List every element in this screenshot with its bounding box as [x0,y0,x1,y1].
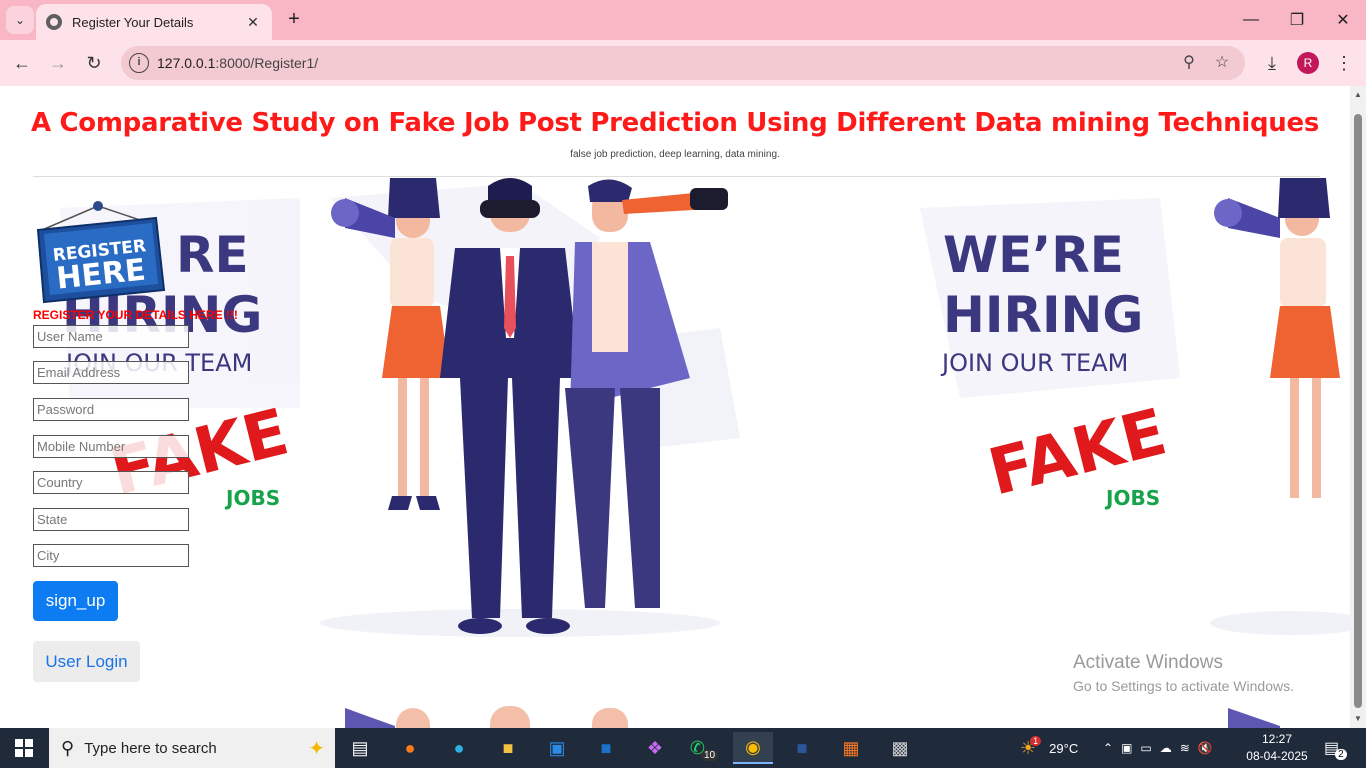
password-field[interactable] [33,398,189,421]
browser-tab-active[interactable]: Register Your Details ✕ [36,4,272,40]
user-login-button[interactable]: User Login [33,641,140,682]
username-field[interactable] [33,325,189,348]
hero-hiring: HIRING [943,286,1144,344]
jobs-text-left: JOBS [226,486,281,510]
whatsapp-icon[interactable]: ✆ 10 [684,732,724,764]
weather-temp: 29°C [1049,740,1079,756]
hero-join: JOIN OUR TEAM [942,349,1129,377]
tab-title: Register Your Details [72,14,194,30]
country-field[interactable] [33,471,189,494]
signup-button[interactable]: sign_up [33,581,118,621]
clock-time: 12:27 [1261,732,1293,746]
notification-center[interactable]: ▤ 2 [1324,728,1347,768]
zoom-icon[interactable]: ⚲ [1178,52,1200,74]
header-divider [33,176,1320,177]
meet-icon[interactable]: ▣ [1121,741,1132,755]
downloads-icon[interactable]: ⤓ [1257,48,1287,78]
start-button[interactable] [0,728,48,768]
activate-windows-title: Activate Windows [1073,652,1223,673]
close-window-button[interactable]: ✕ [1320,0,1366,40]
reload-button[interactable]: ↻ [79,48,109,78]
windows-logo-icon [15,739,33,757]
browser-tabbar: ⌄ Register Your Details ✕ + — ❐ ✕ [0,0,1366,40]
page-title: A Comparative Study on Fake Job Post Pre… [30,108,1320,138]
mobile-field[interactable] [33,435,189,458]
notification-count: 2 [1335,748,1347,760]
weather-badge: 1 [1030,736,1042,746]
taskbar-search-text: Type here to search [84,739,217,757]
clock-date: 08-04-2025 [1246,749,1308,763]
speaker-muted-icon[interactable]: 🔇 [1198,741,1213,755]
task-view-icon[interactable]: ▤ [340,732,380,764]
system-tray: ⌃ ▣ ▭ ☁ ≋ 🔇 [1103,728,1213,768]
weather-widget[interactable]: ☀ 1 29°C [1020,728,1078,768]
address-url[interactable]: 127.0.0.1:8000/Register1/ [157,55,318,71]
bookmark-star-icon[interactable]: ☆ [1211,52,1233,74]
taskbar-search-box[interactable]: ⚲ Type here to search ✦ [49,728,335,768]
scroll-down-icon[interactable]: ▼ [1353,714,1363,724]
back-button[interactable]: ← [7,48,37,78]
site-info-icon[interactable]: i [129,53,149,73]
whatsapp-badge: 10 [700,749,719,761]
restore-button[interactable]: ❐ [1274,0,1320,40]
chrome-icon[interactable]: ◉ [733,732,773,764]
terminal-icon[interactable]: ▩ [880,732,920,764]
forward-button[interactable]: → [43,48,73,78]
activate-windows-watermark: Activate Windows Go to Settings to activ… [1073,652,1294,694]
taskbar-clock[interactable]: 12:27 08-04-2025 [1242,731,1312,765]
page-scrollbar[interactable]: ▲ ▼ [1350,86,1366,728]
menu-kebab-icon[interactable]: ⋮ [1329,48,1359,78]
hero-were: WE’RE [943,226,1124,284]
file-explorer-icon[interactable]: ■ [488,732,528,764]
woman-figure-right [1214,178,1340,498]
profile-avatar[interactable]: R [1297,52,1319,74]
microsoft-store-icon[interactable]: ▣ [537,732,577,764]
wifi-icon[interactable]: ≋ [1180,741,1190,755]
page-viewport: RE HIRING JOIN OUR TEAM FAKE JOBS WE’RE … [0,86,1350,728]
register-here-badge: REGISTER HERE [36,201,166,304]
onedrive-cloud-icon[interactable]: ☁ [1160,741,1172,755]
activate-windows-subtitle: Go to Settings to activate Windows. [1073,678,1294,694]
city-field[interactable] [33,544,189,567]
email-field[interactable] [33,361,189,384]
copilot-app-icon[interactable]: ❖ [635,732,675,764]
new-tab-button[interactable]: + [282,8,306,32]
word-icon[interactable]: ■ [782,732,822,764]
page-subtitle: false job prediction, deep learning, dat… [570,149,780,160]
browser-toolbar: ← → ↻ i 127.0.0.1:8000/Register1/ ⚲ ☆ ⤓ … [0,40,1366,86]
chevron-up-icon[interactable]: ⌃ [1103,741,1113,755]
address-bar[interactable]: i 127.0.0.1:8000/Register1/ ⚲ ☆ [121,46,1245,80]
xampp-icon[interactable]: ▦ [831,732,871,764]
outlook-icon[interactable]: ■ [586,732,626,764]
minimize-button[interactable]: — [1228,0,1274,40]
search-icon: ⚲ [61,737,75,758]
copilot-sparkle-icon: ✦ [308,737,325,760]
battery-icon[interactable]: ▭ [1140,741,1151,755]
jobs-text-right: JOBS [1106,486,1161,510]
chevron-down-icon: ⌄ [14,13,26,27]
firefox-icon[interactable]: ● [390,732,430,764]
close-tab-icon[interactable]: ✕ [244,14,262,31]
edge-icon[interactable]: ● [439,732,479,764]
globe-icon [46,14,62,30]
scroll-up-icon[interactable]: ▲ [1353,90,1363,100]
form-heading: REGISTER YOUR DETAILS HERE !!! [33,308,238,322]
scroll-thumb[interactable] [1354,114,1362,708]
hero-partial-re: RE [176,226,249,284]
state-field[interactable] [33,508,189,531]
tab-search-button[interactable]: ⌄ [6,6,34,34]
windows-taskbar: ⚲ Type here to search ✦ ▤ ● ● ■ ▣ ■ ❖ ✆ 1… [0,728,1366,768]
